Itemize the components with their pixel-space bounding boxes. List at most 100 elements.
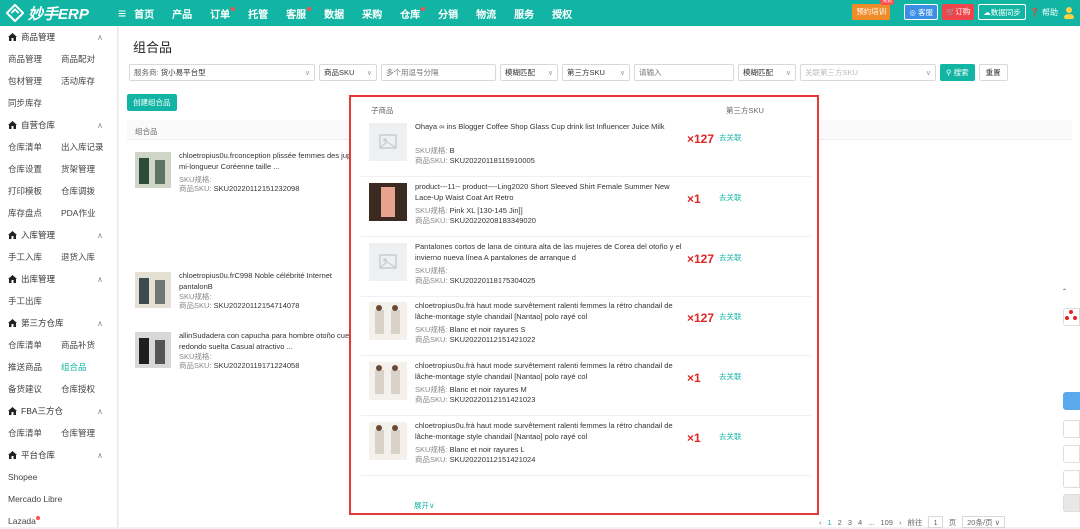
create-combo-button[interactable]: 创建组合品: [127, 94, 177, 111]
combo-thumbnail[interactable]: [135, 152, 171, 188]
page-number[interactable]: ...: [868, 518, 874, 527]
sidebar-item[interactable]: 推送商品: [8, 361, 61, 373]
child-thumbnail[interactable]: [369, 302, 407, 340]
page-number[interactable]: 1: [828, 518, 832, 527]
topnav-item-7[interactable]: 仓库: [400, 6, 426, 21]
sidebar-item[interactable]: 库存盘点: [8, 207, 61, 219]
page-number[interactable]: 2: [838, 518, 842, 527]
user-avatar-icon[interactable]: [1062, 5, 1076, 19]
side-refresh-icon[interactable]: [1063, 470, 1080, 488]
sidebar-item[interactable]: 仓库授权: [61, 383, 114, 395]
combo-thumbnail[interactable]: [135, 272, 171, 308]
link-third-sku-link[interactable]: 去关联: [719, 192, 742, 203]
customer-service-button[interactable]: ◎ 客服: [904, 4, 938, 20]
data-sync-button[interactable]: ☁数据同步: [978, 4, 1026, 20]
topnav-item-9[interactable]: 物流: [476, 6, 496, 21]
next-page-icon[interactable]: ›: [899, 518, 902, 527]
combo-title[interactable]: allinSudadera con capucha para hombre ot…: [179, 330, 359, 352]
child-thumbnail[interactable]: [369, 183, 407, 221]
side-app-icon[interactable]: [1063, 308, 1080, 326]
match-mode-select-2[interactable]: 模糊匹配 ∨: [738, 64, 796, 81]
app-logo[interactable]: 妙手ERP: [0, 3, 118, 24]
topnav-item-10[interactable]: 服务: [514, 6, 534, 21]
sidebar-item[interactable]: 组合品: [61, 361, 114, 373]
sidebar-item-platform[interactable]: Mercado Libre: [0, 488, 117, 510]
sidebar-item[interactable]: 仓库清单: [8, 427, 61, 439]
sidebar-item[interactable]: 活动库存: [61, 75, 114, 87]
sidebar-item[interactable]: 手工出库: [8, 295, 61, 307]
link-third-sku-link[interactable]: 去关联: [719, 371, 742, 382]
sidebar-section-outbound[interactable]: 出库管理 ∧: [0, 268, 117, 290]
side-share-icon[interactable]: ꞈ: [1063, 280, 1080, 298]
child-thumbnail[interactable]: [369, 243, 407, 281]
topnav-item-8[interactable]: 分销: [438, 6, 458, 21]
sidebar-item[interactable]: 仓库管理: [61, 427, 114, 439]
topnav-item-3[interactable]: 托管: [248, 6, 268, 21]
topnav-item-5[interactable]: 数据: [324, 6, 344, 21]
page-size-select[interactable]: 20条/页 ∨: [962, 516, 1006, 528]
side-phone-icon[interactable]: [1063, 420, 1080, 438]
child-title[interactable]: product---11-- product----Ling2020 Short…: [415, 181, 685, 203]
side-note-icon[interactable]: [1063, 445, 1080, 463]
sidebar-item[interactable]: 商品管理: [8, 53, 61, 65]
combo-title[interactable]: chloetropius0u.frconception plissée femm…: [179, 150, 359, 172]
topnav-item-11[interactable]: 授权: [552, 6, 572, 21]
sidebar-item-platform[interactable]: Shopee: [0, 466, 117, 488]
search-button[interactable]: ⚲ 搜索: [940, 64, 975, 81]
sidebar-item[interactable]: 包材管理: [8, 75, 61, 87]
page-number[interactable]: 109: [880, 518, 893, 527]
service-provider-select[interactable]: 服务商: 货小易平台型 ∨: [129, 64, 315, 81]
child-title[interactable]: chloetropius0u.frà haut mode survêtement…: [415, 420, 685, 442]
topnav-item-6[interactable]: 采购: [362, 6, 382, 21]
sidebar-item[interactable]: 打印模板: [8, 185, 61, 197]
sidebar-item[interactable]: 手工入库: [8, 251, 61, 263]
prev-page-icon[interactable]: ‹: [819, 518, 822, 527]
side-chat-icon[interactable]: [1063, 392, 1080, 410]
sidebar-item[interactable]: 仓库清单: [8, 339, 61, 351]
back-to-top-icon[interactable]: [1063, 494, 1080, 512]
sidebar-item[interactable]: 仓库调拨: [61, 185, 114, 197]
page-number[interactable]: 4: [858, 518, 862, 527]
child-title[interactable]: chloetropius0u.frà haut mode survêtement…: [415, 360, 685, 382]
third-sku-input[interactable]: [634, 64, 734, 81]
topnav-item-0[interactable]: 首页: [134, 6, 154, 21]
sidebar-section-fba[interactable]: FBA三方仓 ∧: [0, 400, 117, 422]
child-title[interactable]: Pantalones cortos de lana de cintura alt…: [415, 241, 685, 263]
child-thumbnail[interactable]: [369, 362, 407, 400]
help-link[interactable]: ❓ 帮助: [1030, 7, 1058, 18]
sku-type-select[interactable]: 商品SKU ∨: [319, 64, 377, 81]
sidebar-item[interactable]: 仓库设置: [8, 163, 61, 175]
child-thumbnail[interactable]: [369, 422, 407, 460]
expand-link[interactable]: 展开∨: [414, 500, 435, 511]
reset-button[interactable]: 重置: [978, 64, 1008, 81]
sidebar-item[interactable]: 出入库记录: [61, 141, 114, 153]
sidebar-item-platform[interactable]: Lazada: [0, 510, 117, 527]
combo-title[interactable]: chloetropius0u.frC998 Noble célébrité In…: [179, 270, 359, 292]
sidebar-item[interactable]: 退货入库: [61, 251, 114, 263]
linked-third-sku-select[interactable]: 关联第三方SKU ∨: [800, 64, 936, 81]
menu-toggle-icon[interactable]: ≡: [118, 5, 126, 21]
sku-input[interactable]: [381, 64, 496, 81]
third-sku-select[interactable]: 第三方SKU ∨: [562, 64, 630, 81]
sidebar-section-third_wh[interactable]: 第三方仓库 ∧: [0, 312, 117, 334]
sidebar-item[interactable]: 商品配对: [61, 53, 114, 65]
sidebar-section-platform[interactable]: 平台仓库 ∧: [0, 444, 117, 466]
sidebar-item[interactable]: 货架管理: [61, 163, 114, 175]
sidebar-item[interactable]: 商品补货: [61, 339, 114, 351]
sidebar-item[interactable]: PDA作业: [61, 207, 114, 219]
sidebar-section-self_wh[interactable]: 自营仓库 ∧: [0, 114, 117, 136]
training-button[interactable]: 预约培训 免费: [852, 0, 895, 20]
sidebar-item[interactable]: 同步库存: [0, 92, 117, 114]
order-button[interactable]: 🛒订购: [941, 4, 975, 20]
child-title[interactable]: Ohaya ∞ ins Blogger Coffee Shop Glass Cu…: [415, 121, 685, 132]
sidebar-section-inbound[interactable]: 入库管理 ∧: [0, 224, 117, 246]
sidebar-item[interactable]: 备货建议: [8, 383, 61, 395]
link-third-sku-link[interactable]: 去关联: [719, 132, 742, 143]
topnav-item-1[interactable]: 产品: [172, 6, 192, 21]
combo-thumbnail[interactable]: [135, 332, 171, 368]
link-third-sku-link[interactable]: 去关联: [719, 311, 742, 322]
child-title[interactable]: chloetropius0u.frà haut mode survêtement…: [415, 300, 685, 322]
sidebar-item[interactable]: 仓库清单: [8, 141, 61, 153]
goto-page-input[interactable]: 1: [928, 516, 943, 528]
child-thumbnail[interactable]: [369, 123, 407, 161]
